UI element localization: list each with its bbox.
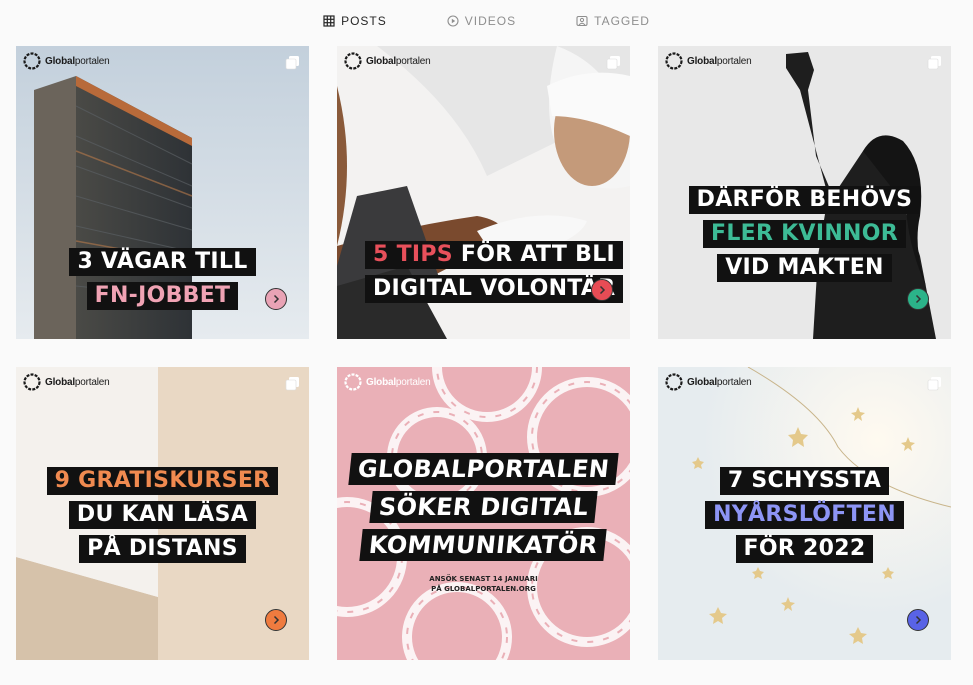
multi-image-icon [927, 55, 942, 70]
globalportalen-logo-icon [665, 373, 683, 391]
caption-line-3: PÅ DISTANS [79, 535, 246, 563]
caption-line-1: GLOBALPORTALEN [348, 453, 619, 485]
caption-line-3: VID MAKTEN [717, 254, 892, 282]
caption-line-1: 9 GRATISKURSER [46, 467, 279, 495]
multi-image-icon [285, 376, 300, 391]
caption-line-1: DÄRFÖR BEHÖVS [688, 186, 921, 214]
caption-line-2: DU KAN LÄSA [68, 501, 257, 529]
post-tile-2[interactable]: Globalportalen 5 TIPS FÖR ATT BLI DIGITA… [337, 46, 630, 339]
arrow-right-icon [265, 609, 287, 631]
tab-tagged-label: TAGGED [594, 14, 650, 28]
brand-logo: Globalportalen [344, 373, 431, 391]
post-caption: DÄRFÖR BEHÖVS FLER KVINNOR VID MAKTEN [658, 186, 951, 282]
post-caption: 7 SCHYSSTA NYÅRSLÖFTEN FÖR 2022 [658, 467, 951, 563]
caption-line-3: KOMMUNIKATÖR [359, 529, 608, 561]
globalportalen-logo-icon [344, 52, 362, 70]
arrow-right-icon [265, 288, 287, 310]
post-tile-5[interactable]: Globalportalen GLOBALPORTALEN SÖKER DIGI… [337, 367, 630, 660]
play-icon [447, 15, 459, 27]
post-tile-6[interactable]: Globalportalen 7 SCHYSSTA NYÅRSLÖFTEN FÖ… [658, 367, 951, 660]
caption-line-1: 5 TIPS FÖR ATT BLI [365, 241, 623, 269]
brand-logo: Globalportalen [23, 373, 110, 391]
globalportalen-logo-icon [23, 373, 41, 391]
tab-posts[interactable]: POSTS [323, 0, 387, 42]
website-text: PÅ GLOBALPORTALEN.ORG [431, 585, 536, 593]
tab-videos[interactable]: VIDEOS [447, 0, 516, 42]
multi-image-icon [927, 376, 942, 391]
caption-line-2: NYÅRSLÖFTEN [705, 501, 904, 529]
tab-videos-label: VIDEOS [464, 14, 517, 28]
globalportalen-logo-icon [665, 52, 683, 70]
post-tile-4[interactable]: Globalportalen 9 GRATISKURSER DU KAN LÄS… [16, 367, 309, 660]
post-caption: 5 TIPS FÖR ATT BLI DIGITAL VOLONTÄR [365, 241, 630, 303]
caption-line-1: 7 SCHYSSTA [719, 467, 890, 495]
tab-posts-label: POSTS [341, 14, 387, 28]
brand-logo: Globalportalen [23, 52, 110, 70]
caption-line-2: DIGITAL VOLONTÄR [365, 275, 624, 303]
post-tile-1[interactable]: Globalportalen 3 VÄGAR TILL FN-JOBBET [16, 46, 309, 339]
multi-image-icon [606, 55, 621, 70]
caption-line-1: 3 VÄGAR TILL [69, 248, 256, 276]
arrow-right-icon [591, 279, 613, 301]
caption-highlight: 5 TIPS [373, 242, 453, 267]
tab-tagged[interactable]: TAGGED [576, 0, 650, 42]
caption-rest: FÖR ATT BLI [452, 242, 615, 267]
tag-icon [576, 15, 588, 27]
post-tile-3[interactable]: Globalportalen DÄRFÖR BEHÖVS FLER KVINNO… [658, 46, 951, 339]
deadline-text: ANSÖK SENAST 14 JANUARI [429, 575, 538, 583]
caption-line-3: FÖR 2022 [735, 535, 874, 563]
arrow-right-icon [907, 288, 929, 310]
brand-logo: Globalportalen [665, 373, 752, 391]
caption-line-2: FLER KVINNOR [702, 220, 906, 248]
globalportalen-logo-icon [344, 373, 362, 391]
arrow-right-icon [907, 609, 929, 631]
grid-icon [323, 15, 335, 27]
caption-line-2: FN-JOBBET [86, 282, 239, 310]
brand-logo: Globalportalen [344, 52, 431, 70]
post-caption: 9 GRATISKURSER DU KAN LÄSA PÅ DISTANS [16, 467, 309, 563]
brand-logo: Globalportalen [665, 52, 752, 70]
caption-line-2: SÖKER DIGITAL [369, 491, 598, 523]
profile-tabs: POSTS VIDEOS TAGGED [0, 0, 973, 42]
globalportalen-logo-icon [23, 52, 41, 70]
multi-image-icon [285, 55, 300, 70]
post-caption: GLOBALPORTALEN SÖKER DIGITAL KOMMUNIKATÖ… [337, 453, 630, 561]
